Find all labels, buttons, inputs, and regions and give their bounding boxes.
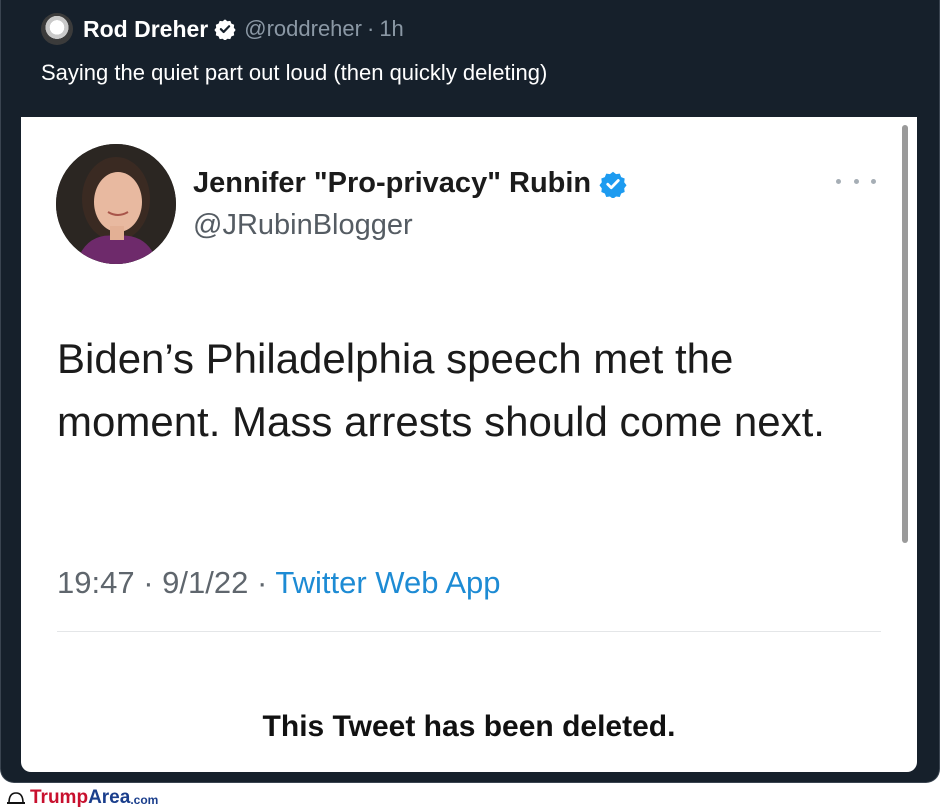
hat-icon — [7, 792, 25, 804]
quoted-tweet-text: Biden’s Philadelphia speech met the mome… — [57, 335, 825, 445]
tweet-source-link[interactable]: Twitter Web App — [275, 565, 500, 600]
quoted-author-name[interactable]: Jennifer "Pro-privacy" Rubin — [193, 167, 627, 200]
more-options-icon[interactable] — [836, 169, 876, 193]
outer-tweet-text: Saying the quiet part out loud (then qui… — [41, 60, 548, 85]
outer-tweet[interactable]: Rod Dreher @roddreher · 1h Saying the qu… — [0, 0, 940, 783]
separator: · — [143, 565, 154, 600]
avatar[interactable] — [41, 13, 73, 45]
outer-author-name[interactable]: Rod Dreher — [83, 16, 208, 43]
tweet-meta: 19:47 · 9/1/22 · Twitter Web App — [57, 565, 501, 601]
separator: · — [366, 16, 375, 41]
avatar[interactable] — [56, 144, 176, 264]
verified-badge-icon — [599, 170, 627, 198]
tweet-time[interactable]: 19:47 — [57, 565, 135, 600]
quoted-tweet-card[interactable]: Jennifer "Pro-privacy" Rubin @JRubinBlog… — [21, 117, 917, 772]
watermark-text-a: Trump — [30, 787, 89, 808]
timestamp[interactable]: 1h — [379, 16, 403, 42]
verified-badge-icon — [214, 18, 236, 40]
scrollbar[interactable] — [902, 125, 908, 543]
watermark: Trump Area .com — [0, 786, 158, 810]
watermark-text-c: .com — [130, 793, 159, 807]
divider — [57, 631, 881, 632]
outer-tweet-header: Rod Dreher @roddreher · 1h — [41, 12, 404, 46]
quoted-author-handle[interactable]: @JRubinBlogger — [193, 209, 413, 242]
separator: · — [256, 565, 268, 600]
outer-author-handle[interactable]: @roddreher — [244, 16, 362, 42]
deleted-notice: This Tweet has been deleted. — [262, 710, 676, 743]
quoted-author-name-text[interactable]: Jennifer "Pro-privacy" Rubin — [193, 167, 591, 200]
watermark-text-b: Area — [88, 787, 131, 808]
tweet-date[interactable]: 9/1/22 — [162, 565, 248, 600]
